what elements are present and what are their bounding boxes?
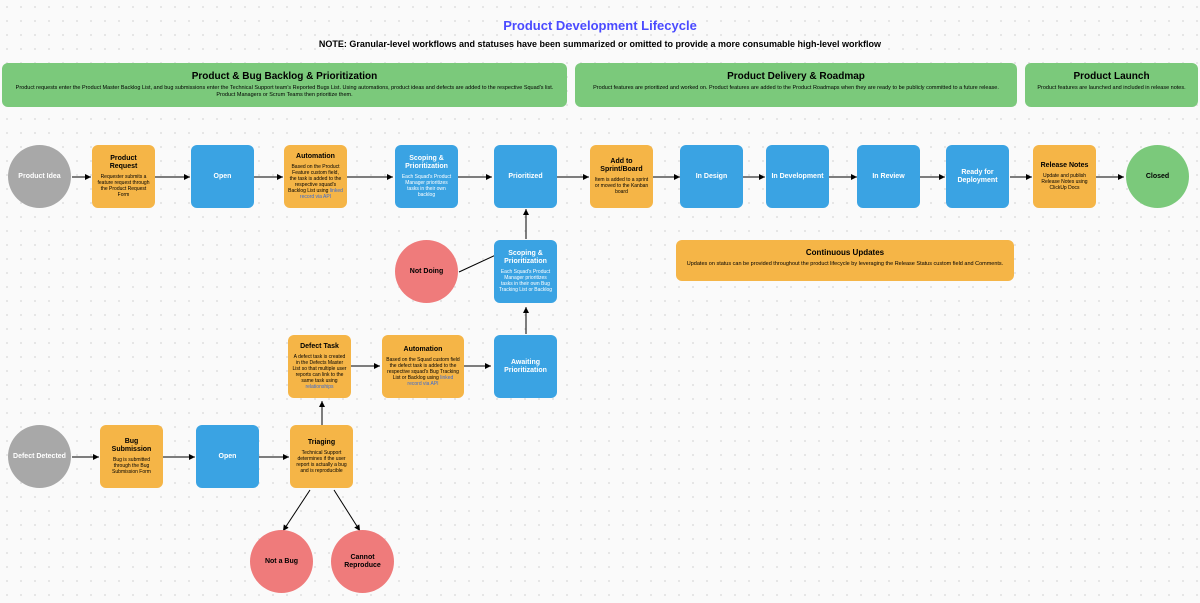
node-label: Product Request <box>96 155 151 171</box>
node-closed: Closed <box>1126 145 1189 208</box>
node-product-request: Product Request Requester submits a feat… <box>92 145 155 208</box>
node-product-idea: Product Idea <box>8 145 71 208</box>
node-automation-1: Automation Based on the Product Feature … <box>284 145 347 208</box>
node-triaging: Triaging Technical Support determines if… <box>290 425 353 488</box>
node-not-doing: Not Doing <box>395 240 458 303</box>
node-label: Triaging <box>308 439 335 447</box>
link-relationships[interactable]: relationships <box>305 384 333 390</box>
node-sub: Technical Support determines if the user… <box>294 450 349 474</box>
node-not-a-bug: Not a Bug <box>250 530 313 593</box>
node-sub: Based on the Squad custom field the defe… <box>386 357 460 387</box>
node-in-development: In Development <box>766 145 829 208</box>
node-release-notes: Release Notes Update and publish Release… <box>1033 145 1096 208</box>
phase-backlog-title: Product & Bug Backlog & Prioritization <box>12 71 557 82</box>
diagram-canvas: Product Idea Product Request Requester s… <box>0 107 1200 597</box>
node-sub: Each Squad's Product Manager prioritizes… <box>399 174 454 198</box>
node-label: Release Notes <box>1041 162 1089 170</box>
node-sub: Based on the Product Feature custom fiel… <box>288 164 343 200</box>
note-desc: Updates on status can be provided throug… <box>686 261 1004 267</box>
node-sub: Item is added to a sprint or moved to th… <box>594 177 649 195</box>
phase-launch-title: Product Launch <box>1035 71 1188 82</box>
node-ready-deploy: Ready for Deployment <box>946 145 1009 208</box>
node-automation-2: Automation Based on the Squad custom fie… <box>382 335 464 398</box>
node-label: Add to Sprint/Board <box>594 158 649 174</box>
page-note: NOTE: Granular-level workflows and statu… <box>0 39 1200 63</box>
node-sub: Each Squad's Product Manager prioritizes… <box>498 269 553 293</box>
phase-launch: Product Launch Product features are laun… <box>1025 63 1198 107</box>
node-defect-task: Defect Task A defect task is created in … <box>288 335 351 398</box>
node-in-review: In Review <box>857 145 920 208</box>
node-label: Automation <box>404 346 443 354</box>
node-scoping-1: Scoping & Prioritization Each Squad's Pr… <box>395 145 458 208</box>
node-scoping-2: Scoping & Prioritization Each Squad's Pr… <box>494 240 557 303</box>
node-open-1: Open <box>191 145 254 208</box>
phase-delivery-title: Product Delivery & Roadmap <box>585 71 1007 82</box>
phase-delivery: Product Delivery & Roadmap Product featu… <box>575 63 1017 107</box>
phase-launch-desc: Product features are launched and includ… <box>1035 85 1188 92</box>
node-cannot-reproduce: Cannot Reproduce <box>331 530 394 593</box>
phase-row: Product & Bug Backlog & Prioritization P… <box>0 63 1200 107</box>
node-prioritized: Prioritized <box>494 145 557 208</box>
node-sub: A defect task is created in the Defects … <box>292 354 347 390</box>
node-sub: Bug is submitted through the Bug Submiss… <box>104 457 159 475</box>
note-continuous-updates: Continuous Updates Updates on status can… <box>676 240 1014 281</box>
phase-backlog: Product & Bug Backlog & Prioritization P… <box>2 63 567 107</box>
node-label: Scoping & Prioritization <box>498 250 553 266</box>
node-awaiting-prioritization: Awaiting Prioritization <box>494 335 557 398</box>
node-sub: Requester submits a feature request thro… <box>96 174 151 198</box>
node-label: Scoping & Prioritization <box>399 155 454 171</box>
phase-delivery-desc: Product features are prioritized and wor… <box>585 85 1007 92</box>
node-add-sprint: Add to Sprint/Board Item is added to a s… <box>590 145 653 208</box>
node-defect-detected: Defect Detected <box>8 425 71 488</box>
note-title: Continuous Updates <box>686 248 1004 257</box>
node-sub: Update and publish Release Notes using C… <box>1037 173 1092 191</box>
node-label: Bug Submission <box>104 438 159 454</box>
node-open-2: Open <box>196 425 259 488</box>
node-in-design: In Design <box>680 145 743 208</box>
phase-backlog-desc: Product requests enter the Product Maste… <box>12 85 557 99</box>
node-label: Automation <box>296 153 335 161</box>
page-title: Product Development Lifecycle <box>0 0 1200 39</box>
node-bug-submission: Bug Submission Bug is submitted through … <box>100 425 163 488</box>
node-label: Defect Task <box>300 343 339 351</box>
